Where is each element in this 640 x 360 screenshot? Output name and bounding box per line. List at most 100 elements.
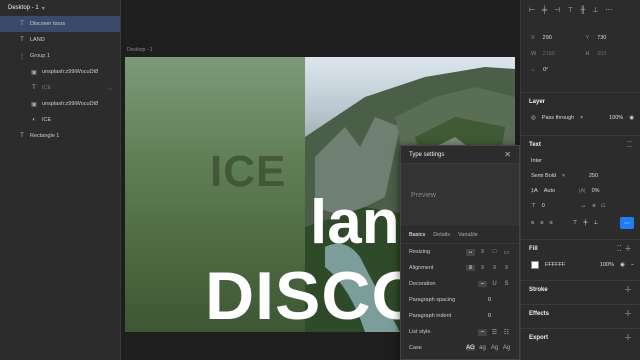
layer-label: Rectangle 1 — [30, 133, 60, 139]
hidden-eye-icon[interactable]: ◡ — [107, 85, 112, 91]
bullet-list-icon[interactable]: ☰ — [490, 329, 499, 336]
align-right-icon[interactable]: ≡ — [490, 265, 499, 271]
text-styles-icon[interactable]: ⁚⁚ — [627, 140, 632, 149]
paragraph-spacing-input[interactable]: 0 — [542, 203, 545, 209]
text-icon: T — [20, 133, 24, 139]
auto-height-icon[interactable]: ≡ — [478, 249, 487, 256]
line-height-icon: ‡A — [531, 187, 538, 194]
resizing-label: Resizing — [409, 249, 431, 255]
layer-group-1[interactable]: ⋮ Group 1 — [0, 48, 120, 64]
align-v-center-icon[interactable]: ╫ — [580, 7, 585, 14]
fill-section: Fill ⁚⁚ ＋ — [521, 239, 640, 257]
align-top-icon[interactable]: ⊤ — [567, 6, 573, 14]
w-input[interactable]: 2188 — [543, 51, 586, 57]
y-label: Y — [585, 35, 590, 41]
layer-unsplash-1[interactable]: ▣ unsplash:z99iWocuDt8 — [0, 64, 120, 80]
close-icon[interactable]: ✕ — [504, 150, 511, 159]
numbered-list-icon[interactable]: ☷ — [502, 329, 511, 336]
resize-width-icon[interactable]: ↔ — [581, 203, 587, 209]
add-stroke-icon[interactable]: ＋ — [624, 284, 632, 295]
stroke-section: Stroke ＋ — [521, 280, 640, 298]
land-text[interactable]: lan — [310, 187, 400, 258]
no-list-icon[interactable]: – — [478, 328, 487, 336]
distribute-icon[interactable]: ⋯ — [605, 6, 612, 14]
align-center-icon[interactable]: ≡ — [478, 265, 487, 271]
mask-icon: ◐ — [32, 117, 36, 123]
underline-icon[interactable]: U — [490, 281, 499, 287]
frame-label[interactable]: Desktop - 1 — [127, 47, 153, 53]
fill-swatch[interactable] — [531, 260, 539, 269]
fill-opacity-input[interactable]: 100% — [600, 262, 614, 268]
effects-section-title: Effects — [529, 310, 550, 317]
case-lower-icon[interactable]: Ag — [490, 345, 499, 351]
align-left-icon[interactable]: ⊢ — [529, 6, 535, 14]
align-bottom-icon[interactable]: ⊥ — [593, 220, 598, 226]
blend-mode-select[interactable]: Pass through — [542, 115, 574, 121]
type-settings-button[interactable]: ⋯ — [620, 217, 634, 229]
align-justify-icon[interactable]: ≡ — [502, 265, 511, 271]
eye-icon[interactable]: ◉ — [620, 262, 625, 268]
ice-text[interactable]: ICE — [210, 147, 286, 197]
case-upper-icon[interactable]: ag — [478, 345, 487, 351]
strikethrough-icon[interactable]: S — [502, 281, 511, 287]
text-align-row: ≡ ≡ ≡ ⊤ ╪ ⊥ ⋯ — [521, 213, 640, 233]
x-input[interactable]: 290 — [543, 35, 586, 41]
tab-details[interactable]: Details — [433, 232, 450, 238]
auto-width-icon[interactable]: ↔ — [466, 248, 475, 256]
paragraph-spacing-input[interactable]: 0 — [488, 297, 491, 303]
align-left-icon[interactable]: ≡ — [531, 220, 534, 226]
align-center-icon[interactable]: ≡ — [540, 220, 543, 226]
fill-row: FFFFFF 100% ◉ − — [521, 257, 640, 272]
align-top-icon[interactable]: ⊤ — [573, 220, 578, 226]
popup-header: Type settings ✕ — [401, 146, 519, 164]
fill-styles-icon[interactable]: ⁚⁚ ＋ — [617, 243, 632, 254]
align-right-icon[interactable]: ⊣ — [554, 6, 560, 14]
list-style-row: List style – ☰ ☷ — [401, 324, 519, 340]
align-left-icon[interactable]: ≡ — [466, 265, 475, 271]
font-size-input[interactable]: 250 — [589, 173, 598, 179]
rotation-input[interactable]: 0° — [543, 67, 587, 73]
effects-section: Effects ＋ — [521, 304, 640, 322]
paragraph-indent-input[interactable]: 0 — [488, 313, 491, 319]
popup-title: Type settings — [409, 151, 445, 158]
remove-icon[interactable]: − — [631, 262, 634, 268]
fill-hex-input[interactable]: FFFFFF — [545, 262, 565, 268]
font-family-select[interactable]: Inter — [531, 158, 542, 164]
eye-icon[interactable]: ◉ — [629, 115, 634, 121]
align-right-icon[interactable]: ≡ — [549, 220, 552, 226]
layer-opacity-input[interactable]: 100% — [609, 115, 623, 121]
font-row: Inter — [521, 153, 640, 168]
blend-icon: ◎ — [531, 114, 536, 121]
discover-text[interactable]: DISCO — [205, 257, 425, 332]
truncate-icon[interactable]: ▭ — [502, 249, 511, 256]
add-export-icon[interactable]: ＋ — [624, 332, 632, 343]
align-h-center-icon[interactable]: ╪ — [542, 7, 547, 14]
letter-spacing-input[interactable]: 0% — [592, 188, 600, 194]
layer-discover-tours[interactable]: T Discover tours — [0, 16, 120, 32]
case-original-icon[interactable]: AG — [466, 345, 475, 351]
text-icon: T — [20, 21, 24, 27]
rotation-icon: ∟ — [531, 67, 537, 73]
y-input[interactable]: 730 — [597, 35, 640, 41]
tab-variable[interactable]: Variable — [458, 232, 478, 238]
align-middle-icon[interactable]: ╪ — [583, 220, 587, 226]
align-toolbar: ⊢ ╪ ⊣ ⊤ ╫ ⊥ ⋯ — [521, 0, 640, 20]
fixed-size-icon[interactable]: □ — [602, 203, 605, 209]
tab-basics[interactable]: Basics — [409, 232, 425, 238]
case-title-icon[interactable]: Ag — [502, 345, 511, 351]
font-weight-select[interactable]: Semi Bold — [531, 173, 556, 179]
layer-ice-hidden[interactable]: T ICE ◡ — [0, 80, 120, 96]
fixed-size-icon[interactable]: □ — [490, 249, 499, 256]
line-height-input[interactable]: Auto — [544, 188, 555, 194]
layer-rectangle-1[interactable]: T Rectangle 1 — [0, 128, 120, 144]
add-effect-icon[interactable]: ＋ — [624, 308, 632, 319]
page-name: Desktop - 1 — [8, 5, 39, 11]
layer-unsplash-2[interactable]: ▣ unsplash:z99iWocuDt8 — [0, 96, 120, 112]
layer-ice-mask[interactable]: ◐ ICE — [0, 112, 120, 128]
layer-land[interactable]: T LAND — [0, 32, 120, 48]
align-bottom-icon[interactable]: ⊥ — [592, 6, 598, 14]
page-selector[interactable]: Desktop - 1 ▾ — [0, 0, 120, 16]
auto-height-icon[interactable]: ≡ — [592, 203, 595, 209]
no-decoration-icon[interactable]: – — [478, 281, 487, 287]
h-input[interactable]: 303 — [597, 51, 640, 57]
